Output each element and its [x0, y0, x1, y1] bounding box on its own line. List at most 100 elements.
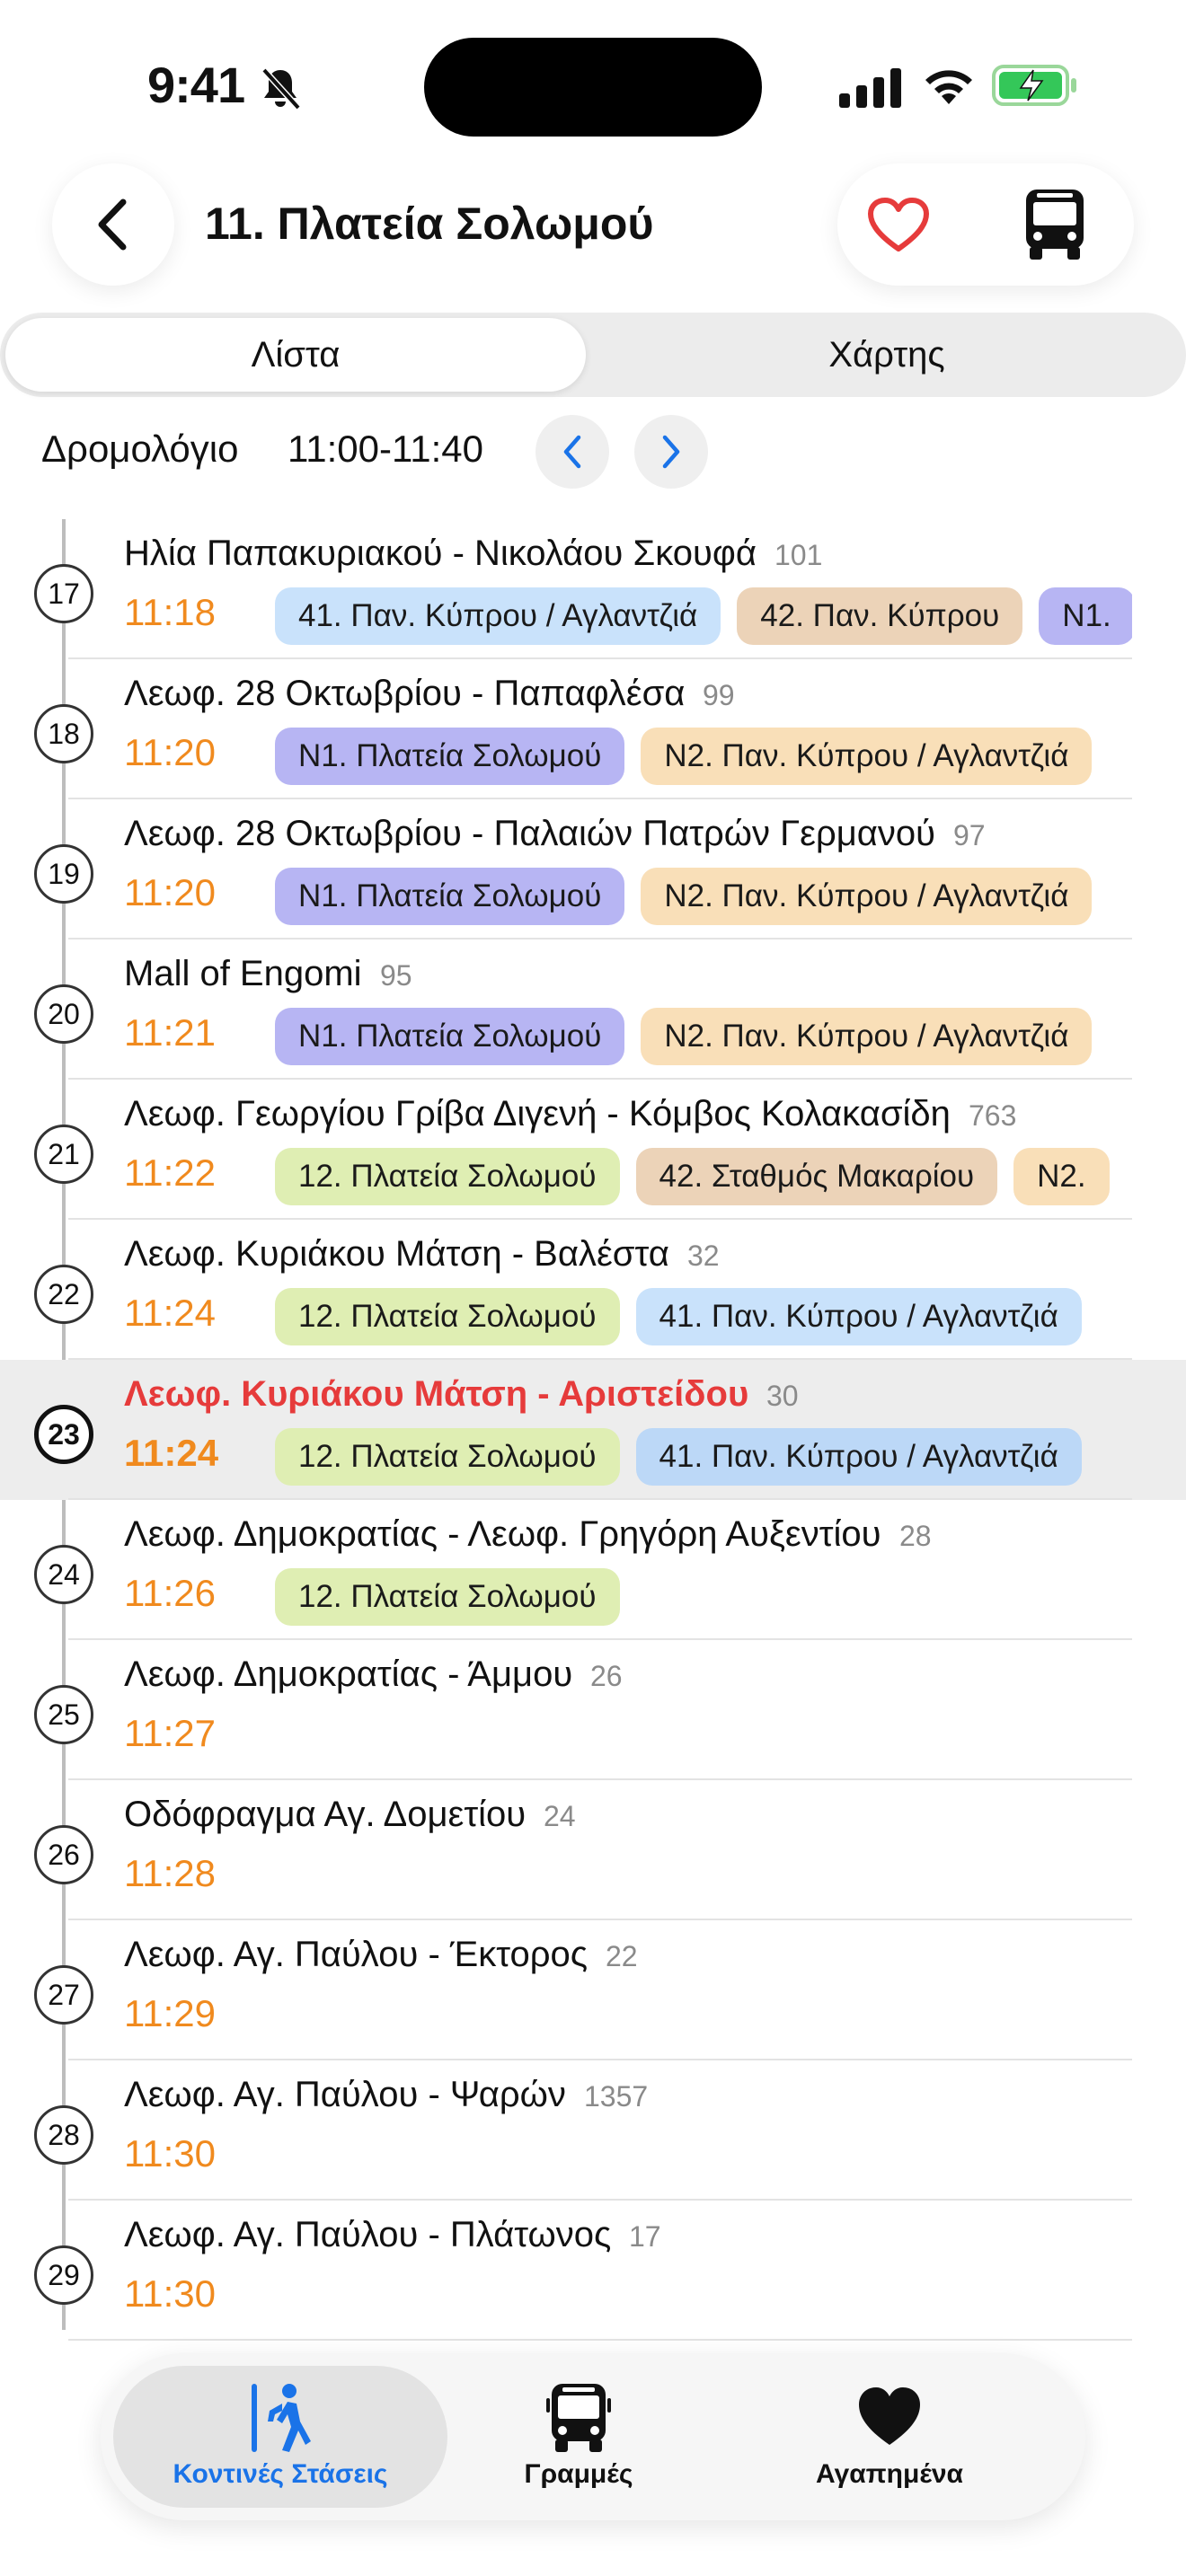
bus-icon: [1026, 190, 1084, 260]
stop-row[interactable]: 21 Λεωφ. Γεωργίου Γρίβα Διγενή - Κόμβος Κ…: [0, 1080, 1186, 1220]
stop-sequence-badge: 29: [34, 2245, 93, 2305]
stop-sequence-badge: 21: [34, 1125, 93, 1184]
stop-sequence-badge: 17: [34, 564, 93, 623]
route-chip[interactable]: 12. Πλατεία Σολωμού: [275, 1568, 620, 1626]
stop-name: Λεωφ. Γεωργίου Γρίβα Διγενή - Κόμβος Κολ…: [124, 1094, 951, 1134]
stop-row[interactable]: 20 Mall of Engomi 95 11:21 N1. Πλατεία Σολωμ…: [0, 940, 1186, 1080]
stop-code: 99: [703, 679, 735, 711]
schedule-range: 11:00-11:40: [288, 428, 483, 470]
stop-arrival-time: 11:29: [124, 1992, 216, 2034]
previous-schedule-button[interactable]: [535, 415, 609, 489]
stop-row[interactable]: 27 Λεωφ. Αγ. Παύλου - Έκτορος 22 11:29: [0, 1920, 1186, 2060]
stop-name: Ηλία Παπακυριακού - Νικολάου Σκουφά: [124, 534, 757, 573]
route-chip[interactable]: N2. Παν. Κύπρου / Αγλαντζιά: [641, 728, 1093, 785]
stop-code: 32: [687, 1239, 720, 1272]
stop-sequence-badge: 18: [34, 704, 93, 763]
stop-code: 22: [606, 1940, 638, 1972]
route-chip[interactable]: 41. Παν. Κύπρου / Αγλαντζιά: [635, 1428, 1082, 1486]
battery-charging-icon: [992, 65, 1076, 106]
stop-sequence-badge: 26: [34, 1825, 93, 1884]
tab-nearby-stops[interactable]: Κοντινές Στάσεις: [113, 2366, 447, 2508]
stop-sequence-badge: 27: [34, 1965, 93, 2025]
stop-arrival-time: 11:24: [124, 1292, 216, 1334]
stop-arrival-time: 11:26: [124, 1572, 216, 1614]
route-chip[interactable]: 42. Σταθμός Μακαρίου: [635, 1148, 998, 1205]
chevron-right-icon: [662, 435, 680, 469]
stop-row[interactable]: 22 Λεωφ. Κυριάκου Μάτση - Βαλέστα 32 11:24 1…: [0, 1220, 1186, 1360]
stop-code: 17: [629, 2220, 661, 2253]
route-chip[interactable]: N1.: [1039, 587, 1132, 645]
stop-name: Mall of Engomi: [124, 954, 362, 993]
bus-button[interactable]: [1017, 185, 1093, 264]
stop-name: Λεωφ. 28 Οκτωβρίου - Παλαιών Πατρών Γερμ…: [124, 814, 936, 853]
stop-code: 24: [544, 1800, 576, 1832]
tab-nearby-label: Κοντινές Στάσεις: [173, 2459, 388, 2489]
stop-name: Οδόφραγμα Αγ. Δομετίου: [124, 1795, 527, 1834]
stop-arrival-time: 11:22: [124, 1151, 216, 1194]
stop-arrival-time: 11:21: [124, 1011, 216, 1054]
signal-icon: [839, 68, 901, 108]
chevron-left-icon: [563, 435, 581, 469]
status-bar: 9:41: [0, 0, 1186, 171]
stop-code: 26: [590, 1660, 623, 1692]
route-chip[interactable]: 12. Πλατεία Σολωμού: [275, 1148, 620, 1205]
stop-arrival-time: 11:27: [124, 1712, 216, 1754]
tab-lines[interactable]: Γραμμές: [435, 2366, 722, 2508]
route-chip[interactable]: 41. Παν. Κύπρου / Αγλαντζιά: [635, 1288, 1082, 1345]
stop-code: 28: [899, 1520, 932, 1552]
stop-sequence-badge: 24: [34, 1545, 93, 1604]
route-chip[interactable]: 41. Παν. Κύπρου / Αγλαντζιά: [275, 587, 721, 645]
stop-row[interactable]: 17 Ηλία Παπακυριακού - Νικολάου Σκουφά 101…: [0, 519, 1186, 659]
bus-icon: [546, 2384, 611, 2452]
page-title: 11. Πλατεία Σολωμού: [205, 198, 654, 249]
tab-map[interactable]: Χάρτης: [593, 318, 1181, 392]
route-chip[interactable]: N2.: [1013, 1148, 1110, 1205]
stop-arrival-time: 11:20: [124, 871, 216, 913]
walking-person-icon: [252, 2384, 311, 2452]
stop-sequence-badge: 23: [34, 1405, 93, 1464]
stop-code: 30: [766, 1380, 799, 1412]
route-chip[interactable]: N2. Παν. Κύπρου / Αγλαντζιά: [641, 868, 1093, 925]
stop-row[interactable]: 18 Λεωφ. 28 Οκτωβρίου - Παπαφλέσα 99 11:20 N…: [0, 659, 1186, 799]
stop-row[interactable]: 26 Οδόφραγμα Αγ. Δομετίου 24 11:28: [0, 1780, 1186, 1920]
heart-filled-icon: [859, 2387, 920, 2445]
route-chips: N1. Πλατεία Σολωμού N2. Παν. Κύπρου / Αγλ…: [275, 868, 1132, 927]
stop-code: 1357: [584, 2080, 649, 2113]
stop-row[interactable]: 28 Λεωφ. Αγ. Παύλου - Ψαρών 1357 11:30: [0, 2060, 1186, 2201]
route-chips: 12. Πλατεία Σολωμού 41. Παν. Κύπρου / Αγλ…: [275, 1428, 1132, 1487]
route-chips: 12. Πλατεία Σολωμού 41. Παν. Κύπρου / Αγλ…: [275, 1288, 1132, 1347]
stop-sequence-badge: 22: [34, 1265, 93, 1324]
stop-row[interactable]: 19 Λεωφ. 28 Οκτωβρίου - Παλαιών Πατρών Γε…: [0, 799, 1186, 940]
status-time: 9:41: [147, 57, 245, 113]
route-chip[interactable]: N2. Παν. Κύπρου / Αγλαντζιά: [641, 1008, 1093, 1065]
stop-name: Λεωφ. Δημοκρατίας - Λεωφ. Γρηγόρη Αυξεντ…: [124, 1514, 881, 1554]
favorite-button[interactable]: [864, 190, 933, 259]
back-button[interactable]: [52, 163, 174, 286]
bell-slash-icon: [261, 67, 301, 110]
route-chip[interactable]: N1. Πλατεία Σολωμού: [275, 728, 625, 785]
stop-row[interactable]: 25 Λεωφ. Δημοκρατίας - Άμμου 26 11:27: [0, 1640, 1186, 1780]
tab-list[interactable]: Λίστα: [5, 318, 586, 392]
stop-name: Λεωφ. Αγ. Παύλου - Πλάτωνος: [124, 2215, 612, 2254]
route-chip[interactable]: 42. Παν. Κύπρου: [737, 587, 1023, 645]
row-divider: [68, 2339, 1132, 2341]
dynamic-island: [424, 38, 762, 137]
stop-arrival-time: 11:20: [124, 731, 216, 773]
route-chips: 41. Παν. Κύπρου / Αγλαντζιά 42. Παν. Κύπρ…: [275, 587, 1132, 647]
view-segmented-control: Λίστα Χάρτης: [0, 313, 1186, 397]
stop-name: Λεωφ. 28 Οκτωβρίου - Παπαφλέσα: [124, 674, 686, 713]
tab-lines-label: Γραμμές: [524, 2459, 633, 2489]
next-schedule-button[interactable]: [634, 415, 708, 489]
route-chip[interactable]: N1. Πλατεία Σολωμού: [275, 868, 625, 925]
tab-favorites[interactable]: Αγαπημένα: [746, 2366, 1033, 2508]
route-chips: N1. Πλατεία Σολωμού N2. Παν. Κύπρου / Αγλ…: [275, 1008, 1132, 1067]
chevron-left-icon: [98, 198, 127, 251]
route-chips: 12. Πλατεία Σολωμού 42. Σταθμός Μακαρίου N…: [275, 1148, 1132, 1207]
route-chip[interactable]: N1. Πλατεία Σολωμού: [275, 1008, 625, 1065]
stop-row[interactable]: 29 Λεωφ. Αγ. Παύλου - Πλάτωνος 17 11:30: [0, 2201, 1186, 2341]
stop-sequence-badge: 19: [34, 844, 93, 904]
route-chip[interactable]: 12. Πλατεία Σολωμού: [275, 1288, 620, 1345]
stop-row[interactable]: 24 Λεωφ. Δημοκρατίας - Λεωφ. Γρηγόρη Αυξε…: [0, 1500, 1186, 1640]
route-chip[interactable]: 12. Πλατεία Σολωμού: [275, 1428, 620, 1486]
stop-row-current[interactable]: 23 Λεωφ. Κυριάκου Μάτση - Αριστείδου 30 11:…: [0, 1360, 1186, 1500]
